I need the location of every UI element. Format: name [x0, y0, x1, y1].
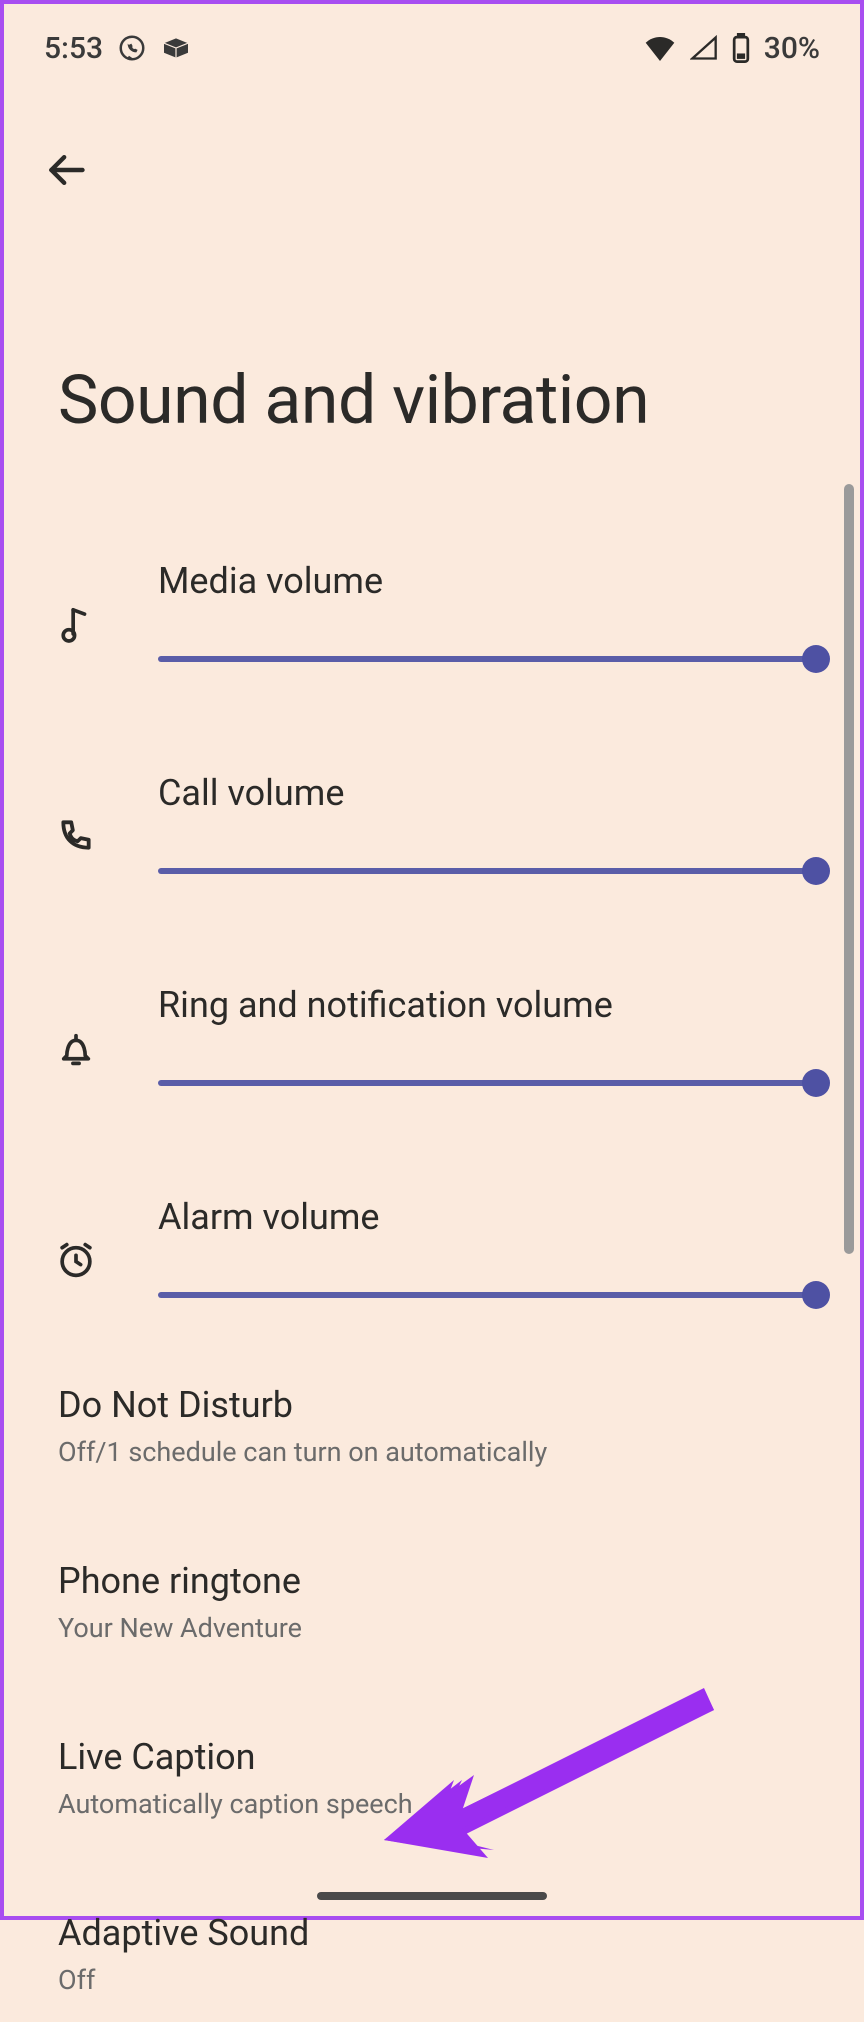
- slider-thumb[interactable]: [802, 645, 830, 673]
- ring-volume-slider[interactable]: [158, 1080, 816, 1086]
- call-volume-slider[interactable]: [158, 868, 816, 874]
- volume-sliders: Media volume Call volume Ring and notifi…: [4, 560, 860, 1298]
- wifi-icon: [644, 35, 676, 61]
- battery-icon: [732, 33, 750, 63]
- page-title: Sound and vibration: [58, 360, 860, 440]
- livecaption-subtitle: Automatically caption speech: [58, 1788, 806, 1820]
- phone-icon: [48, 816, 104, 854]
- bell-icon: [48, 1028, 104, 1068]
- alarm-volume-label: Alarm volume: [158, 1196, 816, 1238]
- livecaption-title: Live Caption: [58, 1736, 806, 1778]
- status-time: 5:53: [44, 31, 103, 66]
- alarm-volume-row: Alarm volume: [4, 1196, 860, 1298]
- package-icon: [161, 36, 191, 60]
- slider-thumb[interactable]: [802, 857, 830, 885]
- slider-thumb[interactable]: [802, 1281, 830, 1309]
- alarm-volume-slider[interactable]: [158, 1292, 816, 1298]
- home-gesture-bar[interactable]: [317, 1892, 547, 1900]
- arrow-left-icon: [44, 148, 88, 196]
- ring-volume-row: Ring and notification volume: [4, 984, 860, 1086]
- call-volume-label: Call volume: [158, 772, 816, 814]
- media-volume-label: Media volume: [158, 560, 816, 602]
- adaptive-title: Adaptive Sound: [58, 1912, 806, 1954]
- alarm-clock-icon: [48, 1240, 104, 1280]
- status-battery-pct: 30%: [764, 31, 820, 66]
- whatsapp-icon: [117, 33, 147, 63]
- phone-ringtone-item[interactable]: Phone ringtone Your New Adventure: [4, 1534, 860, 1670]
- adaptive-subtitle: Off: [58, 1964, 806, 1996]
- music-note-icon: [48, 604, 104, 644]
- ring-volume-label: Ring and notification volume: [158, 984, 816, 1026]
- media-volume-row: Media volume: [4, 560, 860, 662]
- media-volume-slider[interactable]: [158, 656, 816, 662]
- signal-icon: [690, 35, 718, 61]
- back-button[interactable]: [38, 144, 94, 200]
- ringtone-title: Phone ringtone: [58, 1560, 806, 1602]
- call-volume-row: Call volume: [4, 772, 860, 874]
- slider-thumb[interactable]: [802, 1069, 830, 1097]
- status-bar: 5:53 30%: [4, 4, 860, 74]
- dnd-subtitle: Off/1 schedule can turn on automatically: [58, 1436, 806, 1468]
- scrollbar[interactable]: [844, 484, 854, 1254]
- live-caption-item[interactable]: Live Caption Automatically caption speec…: [4, 1710, 860, 1846]
- adaptive-sound-item[interactable]: Adaptive Sound Off: [4, 1886, 860, 2022]
- do-not-disturb-item[interactable]: Do Not Disturb Off/1 schedule can turn o…: [4, 1358, 860, 1494]
- dnd-title: Do Not Disturb: [58, 1384, 806, 1426]
- ringtone-subtitle: Your New Adventure: [58, 1612, 806, 1644]
